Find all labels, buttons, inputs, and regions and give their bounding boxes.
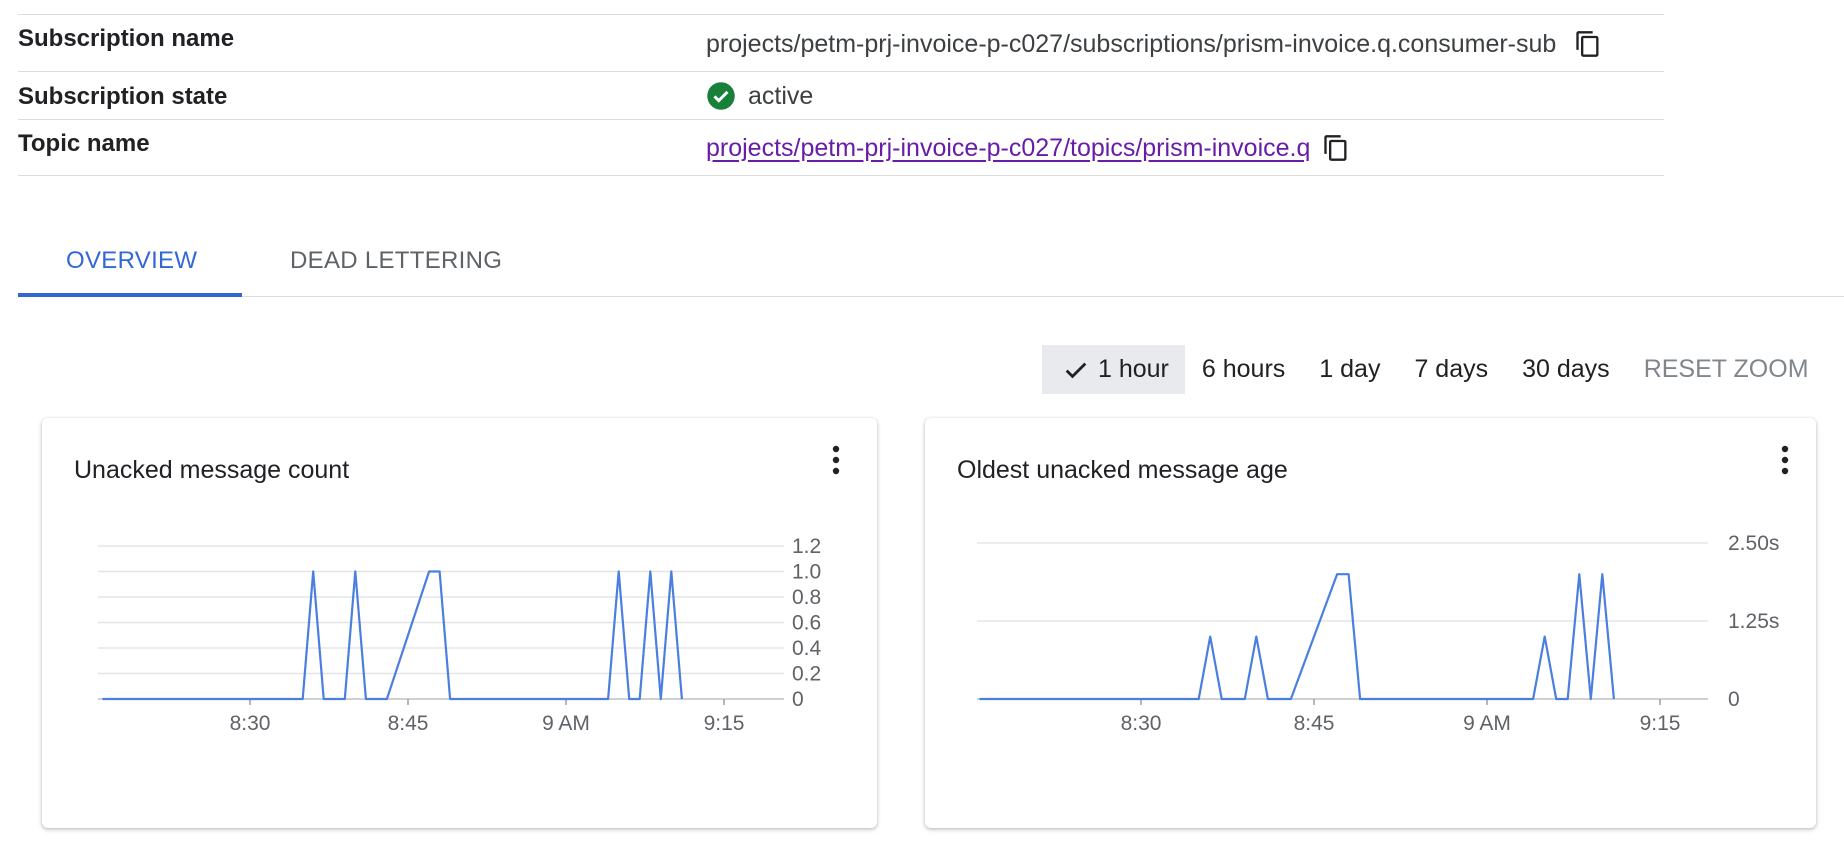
x-tick-label: 8:30 xyxy=(1121,712,1162,735)
time-range-7-days[interactable]: 7 days xyxy=(1397,345,1505,394)
y-tick-label: 1.2 xyxy=(792,535,821,558)
copy-icon[interactable] xyxy=(1322,133,1350,163)
subscription-state-label: Subscription state xyxy=(18,83,228,110)
topic-name-row: Topic name projects/petm-prj-invoice-p-c… xyxy=(18,119,1664,176)
series-line xyxy=(102,570,683,701)
y-tick-label: 1.0 xyxy=(792,561,821,584)
subscription-tabs: OVERVIEW DEAD LETTERING xyxy=(18,235,1844,297)
topic-name-value-wrap: projects/petm-prj-invoice-p-c027/topics/… xyxy=(706,133,1350,163)
x-tick-label: 9:15 xyxy=(1640,712,1681,735)
x-tick-label: 9 AM xyxy=(1463,712,1511,735)
tab-overview[interactable]: OVERVIEW xyxy=(66,247,197,275)
x-tick-label: 9:15 xyxy=(704,712,745,735)
topic-name-label: Topic name xyxy=(18,130,150,157)
oldest-unacked-message-age-chart: 2.50s 1.25s 0 8:30 8:45 9 AM 9:15 xyxy=(977,532,1779,735)
y-tick-label: 2.50s xyxy=(1728,532,1779,555)
tab-dead-lettering[interactable]: DEAD LETTERING xyxy=(290,247,502,275)
unacked-message-count-chart: 1.2 1.00.8 0.60.4 0.20 8:30 8:45 9 AM 9:15 xyxy=(98,535,822,735)
time-range-6-hours[interactable]: 6 hours xyxy=(1185,345,1302,394)
time-range-label: 1 hour xyxy=(1098,355,1169,383)
unacked-message-count-card: Unacked message count 1.2 1.0 0.8 0.6 0.4 0.2… xyxy=(42,418,877,828)
active-tab-indicator xyxy=(18,293,242,297)
oldest-unacked-message-age-card: Oldest unacked message age 2.50s 1.25s 0 8:… xyxy=(925,418,1816,828)
y-tick-label: 0.4 xyxy=(792,637,822,660)
reset-zoom-button[interactable]: RESET ZOOM xyxy=(1627,345,1826,394)
subscription-state-row: Subscription state active xyxy=(18,71,1664,119)
subscription-details: Subscription name projects/petm-prj-invo… xyxy=(18,14,1664,176)
time-range-30-days[interactable]: 30 days xyxy=(1505,345,1627,394)
y-tick-label: 0.8 xyxy=(792,586,821,609)
time-range-1-hour[interactable]: 1 hour xyxy=(1042,345,1185,394)
y-tick-label: 0 xyxy=(792,688,804,711)
y-tick-label: 0 xyxy=(1728,688,1740,711)
y-tick-label: 0.6 xyxy=(792,612,821,635)
subscription-name-value-wrap: projects/petm-prj-invoice-p-c027/subscri… xyxy=(706,29,1602,59)
subscription-name-row: Subscription name projects/petm-prj-invo… xyxy=(18,14,1664,71)
subscription-name-value: projects/petm-prj-invoice-p-c027/subscri… xyxy=(706,29,1557,58)
subscription-state-value: active xyxy=(748,81,814,110)
x-tick-label: 8:45 xyxy=(388,712,429,735)
x-tick-label: 8:45 xyxy=(1294,712,1335,735)
copy-icon[interactable] xyxy=(1574,29,1602,59)
time-range-1-day[interactable]: 1 day xyxy=(1302,345,1397,394)
y-tick-label: 1.25s xyxy=(1728,610,1779,633)
check-icon xyxy=(1065,362,1087,378)
subscription-name-label: Subscription name xyxy=(18,25,235,52)
time-range-selector: 1 hour 6 hours 1 day 7 days 30 days RESE… xyxy=(1042,345,1826,394)
x-tick-label: 8:30 xyxy=(230,712,271,735)
topic-name-link[interactable]: projects/petm-prj-invoice-p-c027/topics/… xyxy=(706,134,1318,163)
subscription-state-value-wrap: active xyxy=(706,81,813,111)
series-line xyxy=(979,573,1615,701)
check-circle-icon xyxy=(707,82,735,110)
y-tick-label: 0.2 xyxy=(792,663,821,686)
x-tick-label: 9 AM xyxy=(542,712,590,735)
